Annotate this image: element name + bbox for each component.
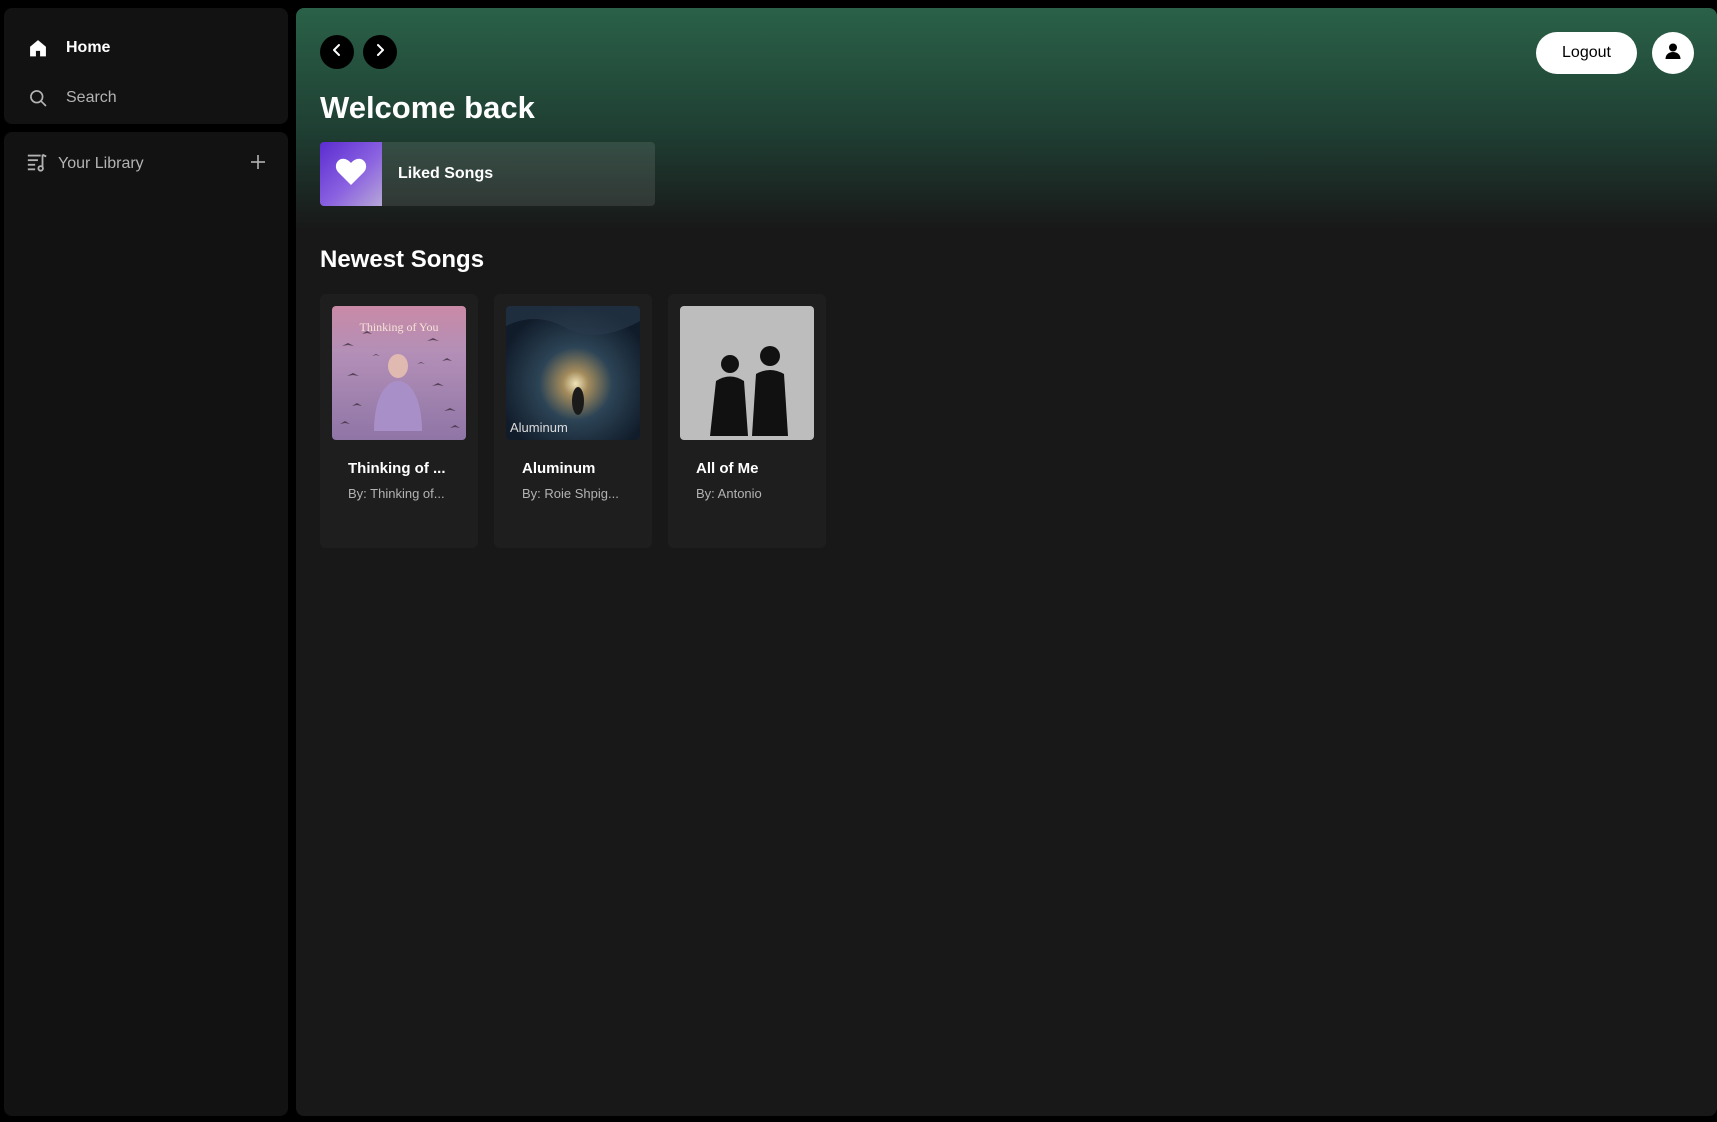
sidebar-item-label: Search bbox=[66, 89, 117, 106]
chevron-right-icon bbox=[373, 43, 387, 62]
liked-songs-label: Liked Songs bbox=[398, 165, 494, 182]
app: Home Search Your Library Logout Welcome … bbox=[0, 0, 1717, 1122]
song-card[interactable]: All of Me By: Antonio bbox=[668, 294, 826, 548]
song-artist: By: Thinking of... bbox=[348, 486, 445, 501]
liked-songs-shortcut[interactable]: Liked Songs bbox=[320, 142, 655, 206]
song-title: Thinking of ... bbox=[348, 460, 446, 477]
forward-button[interactable] bbox=[363, 35, 397, 69]
album-art: Aluminum bbox=[506, 306, 640, 440]
sidebar-item-search[interactable]: Search bbox=[26, 82, 117, 114]
song-title: All of Me bbox=[696, 460, 759, 477]
library-label: Your Library bbox=[58, 155, 144, 172]
song-artist: By: Roie Shpig... bbox=[522, 486, 619, 501]
song-title: Aluminum bbox=[522, 460, 596, 477]
album-art bbox=[680, 306, 814, 440]
chevron-left-icon bbox=[330, 43, 344, 62]
library-icon bbox=[26, 151, 48, 178]
album-art-text: Thinking of You bbox=[359, 320, 439, 334]
page-title: Welcome back bbox=[320, 90, 535, 125]
logout-button[interactable]: Logout bbox=[1536, 32, 1637, 74]
user-icon bbox=[1664, 42, 1682, 65]
sidebar-item-label: Home bbox=[66, 39, 111, 56]
plus-icon bbox=[250, 154, 266, 175]
section-title: Newest Songs bbox=[320, 246, 485, 273]
sidebar-nav: Home Search bbox=[4, 8, 288, 124]
heart-icon bbox=[335, 158, 367, 191]
library-header[interactable]: Your Library bbox=[26, 148, 144, 180]
song-artist: By: Antonio bbox=[696, 486, 762, 501]
album-art-text: Aluminum bbox=[510, 420, 568, 435]
main-content: Logout Welcome back Liked Songs Newest S… bbox=[296, 8, 1717, 1116]
song-card[interactable]: Thinking of You Thinking of ... By: Thin… bbox=[320, 294, 478, 548]
album-art: Thinking of You bbox=[332, 306, 466, 440]
liked-songs-thumbnail bbox=[320, 142, 382, 206]
profile-button[interactable] bbox=[1652, 32, 1694, 74]
create-playlist-button[interactable] bbox=[246, 152, 270, 176]
back-button[interactable] bbox=[320, 35, 354, 69]
library-panel: Your Library bbox=[4, 132, 288, 1116]
sidebar-item-home[interactable]: Home bbox=[26, 32, 110, 64]
song-card[interactable]: Aluminum Aluminum By: Roie Shpig... bbox=[494, 294, 652, 548]
home-icon bbox=[26, 36, 50, 60]
search-icon bbox=[26, 86, 50, 110]
